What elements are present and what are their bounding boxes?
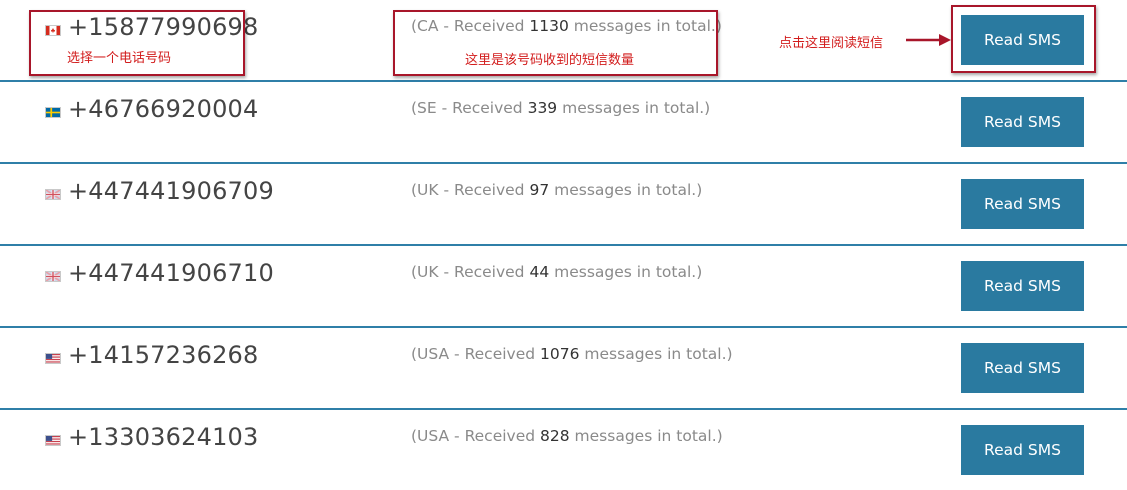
- read-sms-button[interactable]: Read SMS: [961, 97, 1084, 147]
- read-sms-button[interactable]: Read SMS: [961, 261, 1084, 311]
- us-flag-icon: [45, 435, 61, 446]
- phone-number[interactable]: +15877990698: [68, 13, 258, 41]
- message-count-info: (UK - Received 97 messages in total.): [411, 181, 703, 199]
- message-count: 828: [540, 427, 570, 445]
- read-sms-button[interactable]: Read SMS: [961, 343, 1084, 393]
- number-row: +447441906710 (UK - Received 44 messages…: [0, 246, 1127, 328]
- phone-number[interactable]: +447441906709: [68, 177, 274, 205]
- annotation-select-number: 选择一个电话号码: [67, 51, 172, 66]
- message-count-info: (SE - Received 339 messages in total.): [411, 99, 711, 117]
- number-row: +46766920004 (SE - Received 339 messages…: [0, 82, 1127, 164]
- uk-flag-icon: [45, 189, 61, 200]
- message-count: 1076: [540, 345, 580, 363]
- read-sms-button[interactable]: Read SMS: [961, 179, 1084, 229]
- phone-number[interactable]: +46766920004: [68, 95, 258, 123]
- se-flag-icon: [45, 107, 61, 118]
- message-count: 97: [529, 181, 550, 199]
- message-count: 339: [527, 99, 558, 117]
- number-row: +15877990698 (CA - Received 1130 message…: [0, 0, 1127, 82]
- annotation-click-read: 点击这里阅读短信: [779, 36, 884, 51]
- number-row: +447441906709 (UK - Received 97 messages…: [0, 164, 1127, 246]
- read-sms-button[interactable]: Read SMS: [961, 425, 1084, 475]
- phone-number[interactable]: +13303624103: [68, 423, 258, 451]
- message-count: 1130: [529, 17, 569, 35]
- annotation-arrow-icon: [906, 34, 951, 46]
- us-flag-icon: [45, 353, 61, 364]
- message-count-info: (UK - Received 44 messages in total.): [411, 263, 703, 281]
- number-row: +13303624103 (USA - Received 828 message…: [0, 410, 1127, 490]
- number-row: +14157236268 (USA - Received 1076 messag…: [0, 328, 1127, 410]
- ca-flag-icon: [45, 25, 61, 36]
- message-count-info: (CA - Received 1130 messages in total.): [411, 17, 722, 35]
- read-sms-button[interactable]: Read SMS: [961, 15, 1084, 65]
- phone-number[interactable]: +447441906710: [68, 259, 274, 287]
- message-count: 44: [529, 263, 550, 281]
- message-count-info: (USA - Received 1076 messages in total.): [411, 345, 733, 363]
- phone-number[interactable]: +14157236268: [68, 341, 258, 369]
- message-count-info: (USA - Received 828 messages in total.): [411, 427, 723, 445]
- uk-flag-icon: [45, 271, 61, 282]
- annotation-message-count: 这里是该号码收到的短信数量: [465, 53, 635, 68]
- phone-number-list: +15877990698 (CA - Received 1130 message…: [0, 0, 1127, 490]
